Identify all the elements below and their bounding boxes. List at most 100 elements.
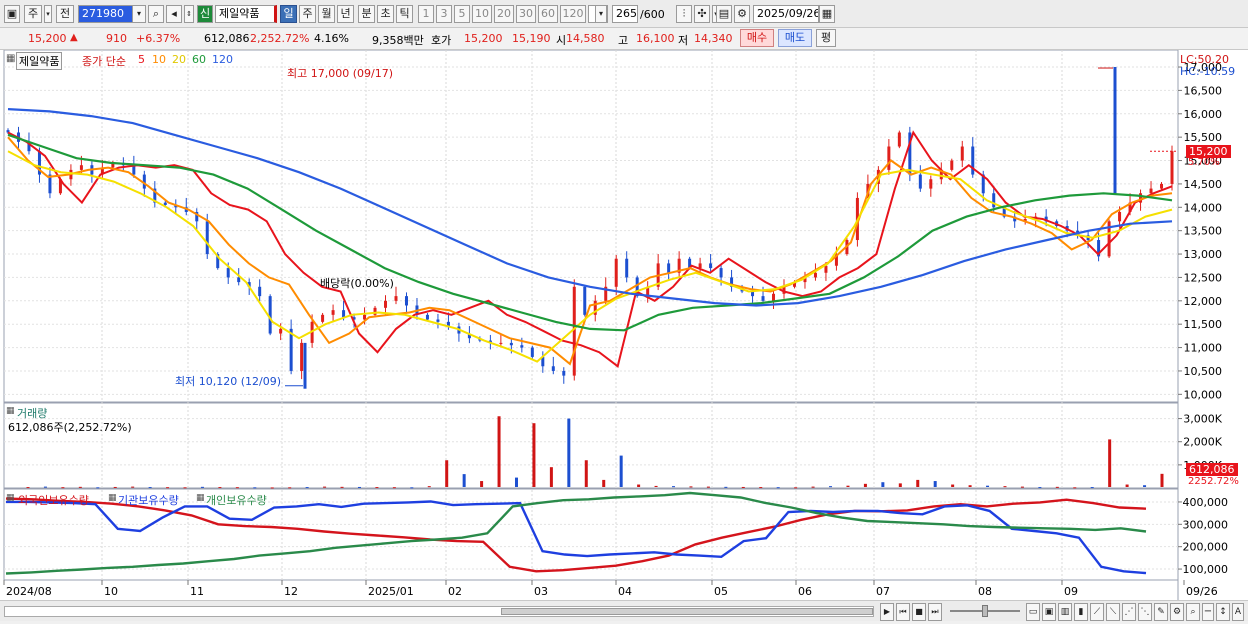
eval-button[interactable]: 평 bbox=[816, 29, 836, 47]
volume-bar bbox=[1143, 485, 1147, 487]
period-week[interactable]: 주 bbox=[299, 5, 316, 23]
interval-120[interactable]: 120 bbox=[560, 5, 586, 23]
x-tick-label: 2024/08 bbox=[6, 585, 52, 598]
candle-icon[interactable]: ⫶ bbox=[676, 5, 692, 23]
candle-body bbox=[960, 146, 964, 161]
buy-button[interactable]: 매수 bbox=[740, 29, 774, 47]
bar-chart-icon[interactable]: ▮ bbox=[1074, 603, 1088, 621]
calendar-icon[interactable]: ▦ bbox=[819, 5, 835, 23]
volume-bar bbox=[96, 487, 100, 489]
market-select[interactable]: 주 bbox=[24, 5, 42, 23]
trend-icon-1[interactable]: ⟋ bbox=[1090, 603, 1104, 621]
low-price: 14,340 bbox=[694, 32, 733, 45]
zoom-slider-handle[interactable] bbox=[982, 605, 988, 617]
holding-tick-label: 400,000 bbox=[1183, 496, 1229, 509]
volume-bar bbox=[759, 487, 763, 489]
layout-icon-1[interactable]: ▭ bbox=[1026, 603, 1040, 621]
font-icon[interactable]: A bbox=[1232, 603, 1244, 621]
candle-body bbox=[813, 272, 817, 278]
period-minute[interactable]: 분 bbox=[358, 5, 375, 23]
scrollbar-thumb[interactable] bbox=[501, 608, 873, 615]
volume-bar bbox=[811, 486, 815, 488]
zoom-out-icon[interactable]: − bbox=[1202, 603, 1214, 621]
candle-body bbox=[258, 286, 262, 297]
layout-icon-3[interactable]: ▥ bbox=[1058, 603, 1072, 621]
price-tick-label: 14,500 bbox=[1184, 178, 1223, 191]
candle-body bbox=[520, 345, 524, 348]
interval-dropdown-icon[interactable]: ▾ bbox=[595, 5, 607, 23]
holding-tick-label: 200,000 bbox=[1183, 541, 1229, 554]
sell-button[interactable]: 매도 bbox=[778, 29, 812, 47]
volume-bar bbox=[288, 487, 292, 489]
holding-sep-icon-2: ▦ bbox=[196, 493, 205, 503]
volume-bar bbox=[113, 486, 117, 488]
period-tick[interactable]: 틱 bbox=[396, 5, 413, 23]
period-second[interactable]: 초 bbox=[377, 5, 394, 23]
stop-icon[interactable]: ■ bbox=[912, 603, 926, 621]
low-annotation: 최저 10,120 (12/09) bbox=[175, 375, 282, 388]
prev-next-icon[interactable]: ⇕ bbox=[184, 5, 194, 23]
volume-bar bbox=[549, 467, 553, 487]
scrollbar-track[interactable] bbox=[4, 606, 874, 617]
price-tick-label: 11,000 bbox=[1184, 342, 1223, 355]
layout-icon-2[interactable]: ▣ bbox=[1042, 603, 1056, 621]
bid-price: 15,190 bbox=[512, 32, 551, 45]
interval-20[interactable]: 20 bbox=[494, 5, 514, 23]
price-tick-label: 16,000 bbox=[1184, 108, 1223, 121]
volume-bar bbox=[323, 486, 327, 488]
high-price: 16,100 bbox=[636, 32, 675, 45]
scroll-right-icon[interactable]: ▶ bbox=[880, 603, 894, 621]
trend-icon-3[interactable]: ⋰ bbox=[1122, 603, 1136, 621]
period-day[interactable]: 일 bbox=[280, 5, 297, 23]
save-icon[interactable]: ▤ bbox=[716, 5, 732, 23]
code-input[interactable]: 271980 bbox=[78, 5, 136, 23]
candle-body bbox=[551, 366, 555, 371]
gear-icon[interactable]: ⚙ bbox=[734, 5, 750, 23]
candle-body bbox=[321, 314, 325, 322]
first-icon[interactable]: ⏮ bbox=[896, 603, 910, 621]
volume-bar bbox=[724, 486, 728, 488]
search-icon[interactable]: ⌕ bbox=[148, 5, 164, 23]
volume-bar bbox=[672, 486, 676, 488]
legend-ma-120: 120 bbox=[212, 53, 233, 66]
size-icon[interactable]: ↕ bbox=[1216, 603, 1230, 621]
last-icon[interactable]: ⏭ bbox=[928, 603, 942, 621]
trend-icon-4[interactable]: ⋱ bbox=[1138, 603, 1152, 621]
interval-3[interactable]: 3 bbox=[436, 5, 452, 23]
chevron-down-icon[interactable]: ▾ bbox=[44, 5, 52, 23]
interval-5[interactable]: 5 bbox=[454, 5, 470, 23]
candle-body bbox=[918, 174, 922, 189]
window-icon[interactable]: ▣ bbox=[4, 5, 20, 23]
change-rate: +6.37% bbox=[136, 32, 181, 45]
trend-icon-2[interactable]: ⟍ bbox=[1106, 603, 1120, 621]
crosshair-icon[interactable]: ✣ bbox=[694, 5, 710, 23]
holding-panel bbox=[3, 488, 1179, 581]
x-tick-label: 06 bbox=[798, 585, 812, 598]
interval-10[interactable]: 10 bbox=[472, 5, 492, 23]
interval-1[interactable]: 1 bbox=[418, 5, 434, 23]
interval-60[interactable]: 60 bbox=[538, 5, 558, 23]
volume-bar bbox=[357, 486, 361, 488]
brush-icon[interactable]: ✎ bbox=[1154, 603, 1168, 621]
candle-body bbox=[887, 146, 891, 170]
interval-30[interactable]: 30 bbox=[516, 5, 536, 23]
period-month[interactable]: 월 bbox=[318, 5, 335, 23]
zoom-in-icon[interactable]: ⌕ bbox=[1186, 603, 1200, 621]
settings-icon[interactable]: ⚙ bbox=[1170, 603, 1184, 621]
volume-bar bbox=[741, 486, 745, 488]
count-input[interactable]: 265 bbox=[612, 5, 638, 23]
date-input[interactable]: 2025/09/26 bbox=[753, 5, 819, 23]
volume-bar bbox=[43, 486, 47, 488]
x-tick-label: 12 bbox=[284, 585, 298, 598]
volume-bar bbox=[340, 486, 344, 488]
x-tick-label: 04 bbox=[618, 585, 632, 598]
candle-body bbox=[394, 296, 398, 301]
volume-bar bbox=[61, 487, 65, 489]
volume-bar bbox=[497, 416, 501, 487]
period-year[interactable]: 년 bbox=[337, 5, 354, 23]
code-dropdown-icon[interactable]: ▾ bbox=[132, 5, 146, 23]
speaker-icon[interactable]: ◂ bbox=[166, 5, 182, 23]
market2-select[interactable]: 전 bbox=[56, 5, 74, 23]
price-tick-label: 15,500 bbox=[1184, 131, 1223, 144]
bottom-bar: ▶ ⏮ ■ ⏭ ▭ ▣ ▥ ▮ ⟋ ⟍ ⋰ ⋱ ✎ ⚙ ⌕ − ↕ A bbox=[0, 600, 1248, 621]
